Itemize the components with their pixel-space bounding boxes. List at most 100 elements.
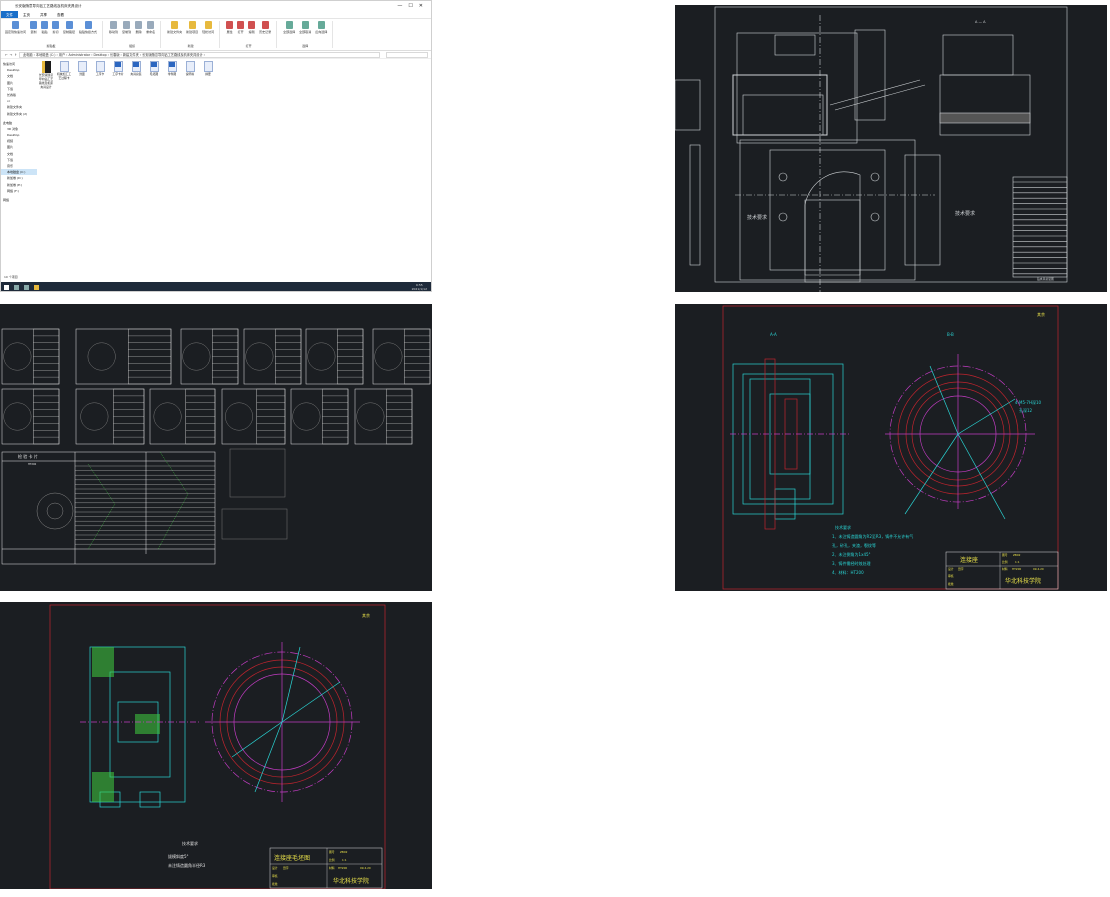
ribbon-button-label: 历史记录 (259, 30, 272, 34)
file-item[interactable]: 机械加工工艺过程卡 (57, 61, 71, 89)
ribbon-button[interactable]: 粘贴 (41, 21, 49, 34)
ribbon-button[interactable]: 反向选择 (315, 21, 327, 34)
section-a-label: A-A (770, 332, 777, 337)
word-doc-icon (185, 61, 195, 72)
ribbon-button[interactable]: 历史记录 (259, 21, 271, 34)
ribbon-button-label: 粘贴快捷方式 (79, 30, 98, 34)
file-name: 封面 (79, 72, 85, 76)
file-item[interactable]: 夹具总装 (129, 61, 143, 89)
thread-note-depth: 孔深12 (1019, 407, 1033, 413)
ribbon-button-label: 全部选择 (283, 30, 296, 34)
start-icon[interactable] (4, 285, 9, 290)
ribbon-button-icon (147, 21, 155, 29)
ribbon-group-label: 新建 (187, 44, 194, 48)
back-icon[interactable]: ← (5, 53, 8, 57)
breadcrumb[interactable]: 此电脑 › 本地磁盘 (C:) › 用户 › Administrator › D… (19, 51, 380, 58)
roughness-note: 其余 (1037, 311, 1045, 317)
ribbon-button[interactable]: 轻松访问 (202, 21, 214, 34)
ribbon-button[interactable]: 属性 (226, 21, 234, 34)
close-button[interactable]: ✕ (419, 3, 429, 9)
ribbon-button[interactable]: 打开 (237, 21, 245, 34)
ribbon-button-label: 复制 (30, 30, 37, 34)
ribbon-button[interactable]: 剪切 (52, 21, 60, 34)
tech-line: 孔，砂孔，夹渣，裂纹等 (832, 542, 876, 548)
breadcrumb-item[interactable]: 本地磁盘 (C:) (36, 53, 56, 57)
ribbon-button-icon (65, 21, 73, 29)
ribbon-button[interactable]: 删除 (135, 21, 143, 34)
breadcrumb-item[interactable]: 此电脑 (23, 53, 33, 57)
window-controls[interactable]: —☐✕ (397, 1, 429, 11)
ribbon-button[interactable]: 复制到 (122, 21, 131, 34)
process-card-thumbnail (354, 388, 413, 445)
file-item[interactable]: 封面 (75, 61, 89, 89)
search-taskbar-icon[interactable] (14, 285, 19, 290)
ribbon-button-label: 编辑 (248, 30, 255, 34)
up-icon[interactable]: ↑ (14, 53, 17, 57)
ribbon-button[interactable]: 全部选择 (283, 21, 295, 34)
assembly-drawing: 技术要求 技术要求 A — A 钻夹具总装图 (675, 5, 1107, 292)
file-item[interactable]: 长安版随意导向钻工艺路线及机床夹具设计 (39, 61, 53, 89)
tab-share[interactable]: 共享 (35, 11, 52, 18)
tab-home[interactable]: 主页 (18, 11, 35, 18)
file-item[interactable]: 工序卡 (93, 61, 107, 89)
ribbon-button[interactable]: 移动到 (109, 21, 118, 34)
file-name: 长安版随意导向钻工艺路线及机床夹具设计 (39, 73, 53, 89)
breadcrumb-item[interactable]: 长安版随意导向钻工艺路线及机床夹具设计 (142, 53, 203, 57)
ribbon-button[interactable]: 新建项目 (186, 21, 198, 34)
file-item[interactable]: 说明书 (183, 61, 197, 89)
file-name: 机械加工工艺过程卡 (57, 72, 71, 80)
ribbon-button[interactable]: 固定到快速访问 (5, 21, 26, 34)
breadcrumb-item[interactable]: Administrator (68, 53, 90, 57)
chevron-right-icon: › (202, 52, 205, 57)
minimize-button[interactable]: — (397, 3, 408, 9)
cad-file-icon (131, 61, 141, 72)
scale-label: 比例 (329, 858, 335, 862)
breadcrumb-item[interactable]: 新建文件夹 (123, 53, 139, 57)
taskbar: 9:55 2021/1/12 (1, 282, 431, 291)
clock-date: 2021/1/12 (411, 286, 427, 291)
file-item[interactable]: 毛坯图 (147, 61, 161, 89)
search-input[interactable] (386, 51, 428, 58)
ribbon-button-icon (317, 21, 325, 29)
scale: 1:1 (1015, 560, 1020, 564)
file-list: 长安版随意导向钻工艺路线及机床夹具设计 机械加工工艺过程卡 封面 工序卡 工序卡片 夹具总… (39, 61, 215, 89)
clock[interactable]: 9:55 2021/1/12 (411, 283, 427, 291)
ribbon-group-label: 选择 (302, 44, 309, 48)
ribbon-button[interactable]: 编辑 (248, 21, 256, 34)
task-view-icon[interactable] (24, 285, 29, 290)
ribbon-button-label: 重命名 (146, 30, 156, 34)
sidebar-item[interactable]: 网络 (1, 197, 37, 203)
ribbon-button[interactable]: 粘贴快捷方式 (79, 21, 97, 34)
explorer-taskbar-icon[interactable] (34, 285, 39, 290)
process-card-thumbnail (149, 388, 216, 445)
ribbon-button[interactable]: 重命名 (146, 21, 155, 34)
word-doc-icon (95, 61, 105, 72)
ribbon-button[interactable]: 新建文件夹 (167, 21, 182, 34)
ribbon-button[interactable]: 复制路径 (63, 21, 75, 34)
file-item[interactable]: 摘要 (201, 61, 215, 89)
breadcrumb-item[interactable]: Desktop (94, 53, 107, 57)
approve-label: 批准 (272, 882, 278, 886)
tab-file[interactable]: 文件 (1, 11, 18, 18)
ribbon-button[interactable]: 全部取消 (299, 21, 311, 34)
material-label: 材料 (1002, 567, 1008, 571)
designer: 田宇 (283, 866, 289, 870)
file-name: 零件图 (167, 72, 177, 76)
ribbon-button-label: 删除 (135, 30, 142, 34)
tech-line: 1、未注铸造圆角为R2至R3，铸件不允许有气 (832, 533, 913, 539)
maximize-button[interactable]: ☐ (408, 3, 418, 9)
ribbon-button-icon (135, 21, 143, 29)
tab-view[interactable]: 查看 (52, 11, 69, 18)
forward-icon[interactable]: → (10, 53, 13, 57)
file-item[interactable]: 零件图 (165, 61, 179, 89)
status-bar: 10 个项目 (4, 275, 18, 279)
breadcrumb-item[interactable]: 长春版 (110, 53, 120, 57)
file-item[interactable]: 工序卡片 (111, 61, 125, 89)
ribbon-tabs: 文件 主页 共享 查看 (1, 11, 431, 19)
sidebar-item[interactable]: 新建文件夹 (2) (1, 111, 37, 117)
process-card-thumbnail (75, 328, 172, 385)
file-name: 工序卡片 (112, 72, 124, 76)
ribbon-button-icon (12, 21, 19, 29)
sidebar-item[interactable]: 网络 (F:) (1, 188, 37, 194)
ribbon-button[interactable]: 复制 (30, 21, 38, 34)
